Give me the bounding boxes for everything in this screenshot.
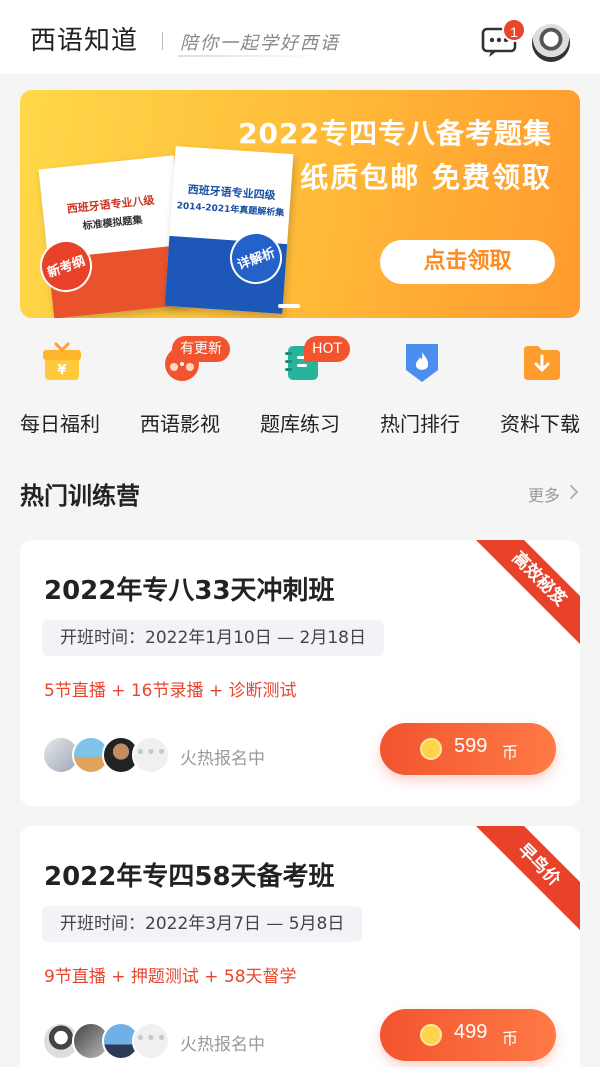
carousel-indicator [278,304,300,308]
price-unit: 币 [502,1029,519,1048]
promo-banner[interactable]: 西班牙语专业八级 标准模拟题集 西班牙语专业四级 2014-2021年真题解析集… [20,90,580,318]
course-dates: 开班时间：2022年1月10日 — 2月18日 [42,620,384,656]
user-avatar[interactable] [532,24,570,62]
claim-button[interactable]: 点击领取 [380,240,555,284]
nav-label: 热门排行 [380,412,460,436]
enrolled-avatars: ••• [42,1022,202,1060]
price-value: 499 [454,1021,488,1043]
more-avatars-icon: ••• [132,736,170,774]
nav-hot-ranking[interactable]: 热门排行 [360,330,480,450]
enrollment-status: 火热报名中 [180,749,265,769]
nav-question-bank[interactable]: HOT 题库练习 [240,330,360,450]
nav-downloads[interactable]: 资料下载 [480,330,600,450]
slogan-underline [178,55,328,57]
nav-label: 题库练习 [260,412,340,436]
download-folder-icon [524,346,560,380]
nav-daily-welfare[interactable]: ¥ 每日福利 [0,330,120,450]
course-dates: 开班时间：2022年3月7日 — 5月8日 [42,906,363,942]
coin-icon [420,738,442,760]
enrolled-avatars: ••• [42,736,202,774]
app-title: 西语知道 [30,26,139,56]
section-title: 热门训练营 [20,482,140,510]
nav-label: 每日福利 [20,412,100,436]
coin-icon [420,1024,442,1046]
app-slogan: 陪你一起学好西语 [180,33,340,54]
nav-label: 西语影视 [140,412,220,436]
quick-nav: ¥ 每日福利 有更新 西语影视 HOT 题库练习 热门排行 资料下载 [0,330,600,450]
message-badge: 1 [502,18,526,42]
course-card[interactable]: 高效秘笈 2022年专八33天冲刺班 开班时间：2022年1月10日 — 2月1… [20,540,580,806]
price-button[interactable]: 599 币 [380,723,556,775]
price-unit: 币 [502,743,519,762]
more-link[interactable]: 更多 [528,482,560,506]
top-header: 西语知道 陪你一起学好西语 1 [0,0,600,74]
more-avatars-icon: ••• [132,1022,170,1060]
enrollment-status: 火热报名中 [180,1035,265,1055]
corner-ribbon: 高效秘笈 [473,540,580,645]
price-value: 599 [454,735,488,757]
course-title: 2022年专四58天备考班 [44,862,335,892]
svg-text:¥: ¥ [57,363,66,378]
banner-subtitle: 纸质包邮 免费领取 [300,161,552,194]
course-features: 9节直播 + 押题测试 + 58天督学 [44,967,297,987]
corner-ribbon: 早鸟价 [473,826,580,931]
nav-label: 资料下载 [500,412,580,436]
gift-icon: ¥ [43,342,81,380]
flame-shield-icon [406,344,438,382]
banner-title: 2022专四专八备考题集 [238,117,552,150]
course-title: 2022年专八33天冲刺班 [44,576,335,606]
update-badge: 有更新 [172,336,230,362]
chevron-right-icon[interactable] [568,484,580,500]
book-cover-tem4: 西班牙语专业四级 2014-2021年真题解析集 [164,146,294,314]
price-button[interactable]: 499 币 [380,1009,556,1061]
course-card[interactable]: 早鸟价 2022年专四58天备考班 开班时间：2022年3月7日 — 5月8日 … [20,826,580,1067]
hot-badge: HOT [304,336,351,362]
header-divider [162,32,163,50]
nav-spanish-videos[interactable]: 有更新 西语影视 [120,330,240,450]
course-features: 5节直播 + 16节录播 + 诊断测试 [44,681,297,701]
